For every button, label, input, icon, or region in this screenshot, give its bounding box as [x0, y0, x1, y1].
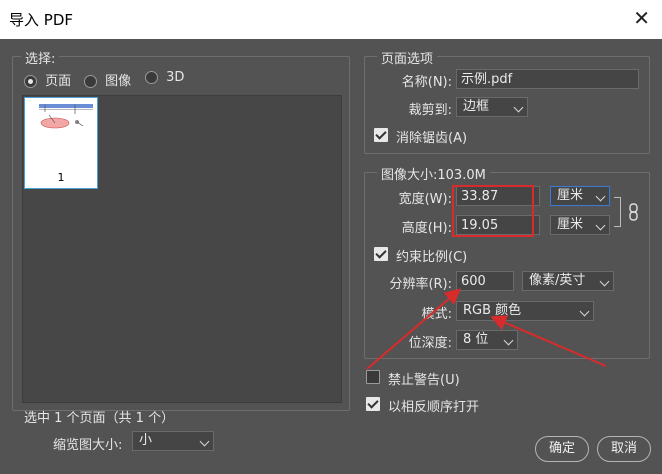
crop-label: 裁剪到: [408, 103, 452, 118]
link-chain-icon[interactable] [628, 203, 640, 221]
thumbnail-page-number: 1 [57, 171, 65, 184]
chevron-down-icon [595, 191, 606, 202]
depth-select[interactable]: 8 位 [456, 330, 518, 350]
constrain-label: 约束比例(C) [396, 250, 468, 265]
mode-label: 模式: [421, 307, 452, 322]
thumbnail-image [39, 104, 93, 129]
radio-image-label: 图像 [105, 74, 132, 89]
chevron-down-icon [199, 436, 210, 447]
height-unit-select[interactable]: 厘米 [550, 215, 610, 235]
chevron-down-icon [503, 335, 514, 346]
selection-status: 选中 1 个页面（共 1 个） [24, 411, 175, 426]
crop-value: 边框 [463, 99, 490, 114]
page-preview-area[interactable]: 1 [22, 95, 342, 403]
height-label: 高度(H): [401, 221, 452, 236]
close-icon[interactable]: ✕ [633, 6, 650, 30]
title-bar: 导入 PDF ✕ [0, 0, 662, 39]
name-label: 名称(N): [401, 75, 452, 90]
height-unit-value: 厘米 [557, 217, 584, 232]
name-field[interactable]: 示例.pdf [456, 69, 639, 89]
dialog-body: 选择: 页面 图像 3D 1 选中 1 个页面（共 1 个） 缩览图大小: 小 … [0, 39, 662, 474]
depth-label: 位深度: [408, 336, 452, 351]
constrain-checkbox[interactable] [374, 247, 388, 261]
radio-page-label: 页面 [45, 74, 72, 89]
resolution-field[interactable]: 600 [456, 271, 514, 291]
reverse-order-checkbox[interactable] [366, 397, 380, 411]
radio-page-indicator[interactable] [24, 75, 37, 88]
window-title: 导入 PDF [9, 11, 73, 29]
resolution-unit-value: 像素/英寸 [529, 273, 586, 288]
radio-3d-label: 3D [166, 70, 185, 85]
chevron-down-icon [579, 306, 590, 317]
width-unit-value: 厘米 [557, 188, 584, 203]
crop-select[interactable]: 边框 [456, 97, 528, 117]
width-label: 宽度(W): [398, 192, 452, 207]
radio-3d-indicator[interactable] [145, 71, 158, 84]
resolution-unit-select[interactable]: 像素/英寸 [522, 271, 614, 291]
link-bracket [614, 197, 621, 227]
radio-image[interactable]: 图像 [84, 70, 131, 89]
chevron-down-icon [595, 220, 606, 231]
ok-button[interactable]: 确定 [535, 436, 589, 462]
mode-value: RGB 颜色 [463, 303, 522, 318]
radio-image-indicator[interactable] [84, 75, 97, 88]
radio-3d[interactable]: 3D [145, 70, 184, 85]
page-thumbnail[interactable]: 1 [24, 97, 98, 189]
thumb-size-select[interactable]: 小 [132, 431, 214, 451]
antialias-label: 消除锯齿(A) [396, 131, 468, 146]
suppress-warnings-label: 禁止警告(U) [388, 373, 460, 388]
suppress-warnings-checkbox[interactable] [366, 370, 380, 384]
mode-select[interactable]: RGB 颜色 [456, 301, 594, 321]
chevron-down-icon [599, 276, 610, 287]
page-options-legend: 页面选项 [377, 48, 438, 67]
depth-value: 8 位 [463, 332, 489, 347]
thumb-size-label: 缩览图大小: [53, 438, 123, 453]
chevron-down-icon [513, 102, 524, 113]
width-unit-select[interactable]: 厘米 [550, 186, 610, 206]
cancel-button[interactable]: 取消 [597, 436, 651, 462]
highlight-box [452, 185, 534, 237]
antialias-checkbox[interactable] [374, 128, 388, 142]
thumb-size-value: 小 [139, 433, 153, 448]
select-legend: 选择: [21, 48, 60, 67]
radio-page[interactable]: 页面 [24, 70, 71, 89]
resolution-label: 分辨率(R): [389, 277, 452, 292]
image-size-legend: 图像大小:103.0M [377, 164, 490, 183]
reverse-order-label: 以相反顺序打开 [388, 400, 480, 415]
